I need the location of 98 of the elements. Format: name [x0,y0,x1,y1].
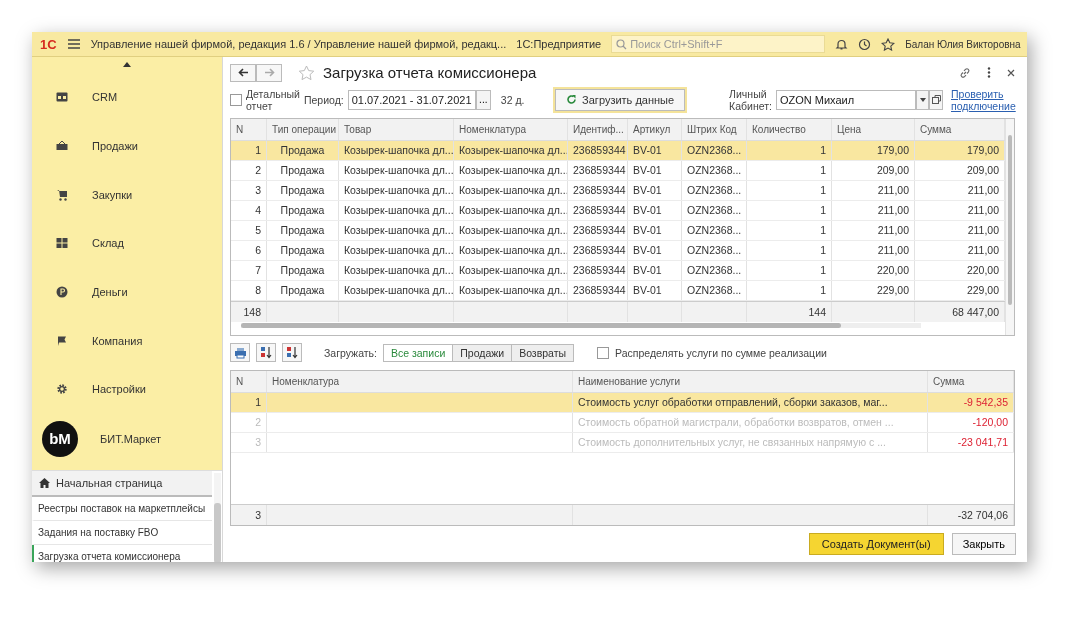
total-value: -32 704,06 [957,509,1008,521]
back-button[interactable] [230,63,256,82]
table-row[interactable]: 5 Продажа Козырек-шапочка дл... Козырек-шапочка дл... 236859344 BV-01 OZN2368... 1 211,00 211,00 [231,220,1005,241]
print-button[interactable] [230,343,250,363]
section-link[interactable]: Склад [92,237,124,250]
cabinet-field[interactable]: OZON Михаил [775,89,916,110]
search-icon [616,38,628,50]
window-title: Управление нашей фирмой, редакция 1.6 / Управление нашей фирмой, редакц... [90,38,507,50]
menu-icon[interactable] [66,38,81,50]
horizontal-scrollbar[interactable] [241,322,921,328]
total-value: 68 447,00 [952,305,999,318]
sort-icon [286,346,298,360]
open-window-icon [931,95,941,105]
form-title: Загрузка отчета комиссионера [323,64,537,82]
column-header[interactable]: Штрих Код [682,118,747,140]
filter-tab[interactable]: Все записи [382,343,454,362]
scroll-up-icon[interactable] [123,62,131,67]
more-icon[interactable] [987,67,991,79]
table-row[interactable]: 8 Продажа Козырек-шапочка дл... Козырек-шапочка дл... 236859344 BV-01 OZN2368... 1 229,00 229,00 [231,280,1005,301]
search-input[interactable]: Поиск Ctrl+Shift+F [630,38,821,50]
period-label: Период: [303,93,344,106]
gear-icon [56,383,68,396]
grid-icon [56,237,68,250]
table-row[interactable]: 4 Продажа Козырек-шапочка дл... Козырек-шапочка дл... 236859344 BV-01 OZN2368... 1 211,00 211,00 [231,200,1005,221]
column-header[interactable]: Тип операции [267,118,339,140]
bell-icon[interactable] [835,37,849,51]
home-page-tab[interactable]: Начальная страница [32,470,212,497]
app-logo: 1С [40,36,57,52]
load-data-button[interactable]: Загрузить данные [555,88,686,111]
star-icon[interactable] [298,64,315,81]
table-row[interactable]: 1 Продажа Козырек-шапочка дл... Козырек-шапочка дл... 236859344 BV-01 OZN2368... 1 179,00 179,00 [231,140,1005,161]
open-window-tab[interactable]: Задания на поставку FBO [32,520,212,545]
section-link[interactable]: БИТ.Маркет [100,432,161,445]
total-quantity: 144 [808,305,826,318]
create-documents-button[interactable]: Создать Документ(ы) [808,533,944,555]
open-window-tab[interactable]: Загрузка отчета комиссионера [32,544,212,562]
checkbox[interactable] [597,346,610,359]
column-header[interactable]: Сумма [928,370,1014,392]
section-link[interactable]: Компания [92,334,143,347]
column-header[interactable]: Цена [832,118,915,140]
user-name[interactable]: Балан Юлия Викторовна [905,38,1021,50]
column-header[interactable]: Номенклатура [454,118,568,140]
detailed-report-label: Детальный отчет [246,87,300,112]
close-icon[interactable] [1007,68,1015,77]
sort-ascending-button[interactable] [256,343,276,363]
left-arrow-icon [237,68,249,78]
history-icon[interactable] [858,37,872,51]
load-filter-label: Загружать: [324,346,377,359]
filter-tab[interactable]: Возвраты [511,343,575,362]
caret-icon [918,97,927,102]
star-icon[interactable] [881,37,896,51]
search-field[interactable]: Поиск Ctrl+Shift+F [611,35,826,53]
table-row[interactable]: 7 Продажа Козырек-шапочка дл... Козырек-шапочка дл... 236859344 BV-01 OZN2368... 1 220,00 220,00 [231,260,1005,281]
days-count: 32 д. [500,93,526,106]
printer-icon [233,346,247,359]
vertical-scrollbar[interactable] [1005,118,1014,335]
open-window-tab[interactable]: Реестры поставок на маркетплейсы [32,496,212,521]
section-link[interactable]: Закупки [92,188,133,201]
total-count: 148 [243,305,261,318]
section-link[interactable]: Деньги [92,286,128,299]
cart-icon [56,188,68,201]
basket-icon [56,140,68,153]
open-button[interactable] [929,89,943,110]
check-connection-link[interactable]: Проверить подключение [951,87,1015,112]
link-icon[interactable] [959,66,971,79]
column-header[interactable]: Товар [339,118,454,140]
flag-icon [56,334,68,347]
column-header[interactable]: N [231,370,267,392]
table-row[interactable]: 2 Продажа Козырек-шапочка дл... Козырек-шапочка дл... 236859344 BV-01 OZN2368... 1 209,00 209,00 [231,160,1005,181]
section-link[interactable]: Настройки [92,383,146,396]
table-row[interactable]: 3 Продажа Козырек-шапочка дл... Козырек-шапочка дл... 236859344 BV-01 OZN2368... 1 211,00 211,00 [231,180,1005,201]
close-button[interactable]: Закрыть [951,533,1016,555]
refresh-icon [566,94,578,106]
sort-descending-button[interactable] [282,343,302,363]
cabinet-label: Личный Кабинет: [729,87,772,112]
id-card-icon [56,91,68,104]
table-row[interactable]: 6 Продажа Козырек-шапочка дл... Козырек-шапочка дл... 236859344 BV-01 OZN2368... 1 211,00 211,00 [231,240,1005,261]
column-header[interactable]: Идентиф... [568,118,628,140]
brand-logo: bM [42,420,78,457]
column-header[interactable]: Артикул [628,118,682,140]
table-row[interactable]: 1 Стоимость услуг обработки отправлений, сборки заказов, маг... -9 542,35 [231,392,1014,413]
column-header[interactable]: Номенклатура [267,370,573,392]
scrollbar[interactable] [214,472,221,562]
section-link[interactable]: Продажи [92,140,138,153]
column-header[interactable]: N [231,118,267,140]
right-arrow-icon [263,68,275,78]
sort-icon [260,346,272,360]
period-field[interactable]: 01.07.2021 - 31.07.2021 [347,89,476,110]
distribute-services-label: Распределять услуги по сумме реализации [615,346,827,359]
column-header[interactable]: Количество [747,118,832,140]
checkbox[interactable] [230,93,242,106]
app-name: 1С:Предприятие [516,38,602,50]
home-icon [39,477,50,488]
column-header[interactable]: Наименование услуги [573,370,928,392]
total-count: 3 [255,509,261,521]
coin-icon [56,286,68,299]
section-link[interactable]: CRM [92,91,118,104]
filter-tab[interactable]: Продажи [452,343,513,362]
